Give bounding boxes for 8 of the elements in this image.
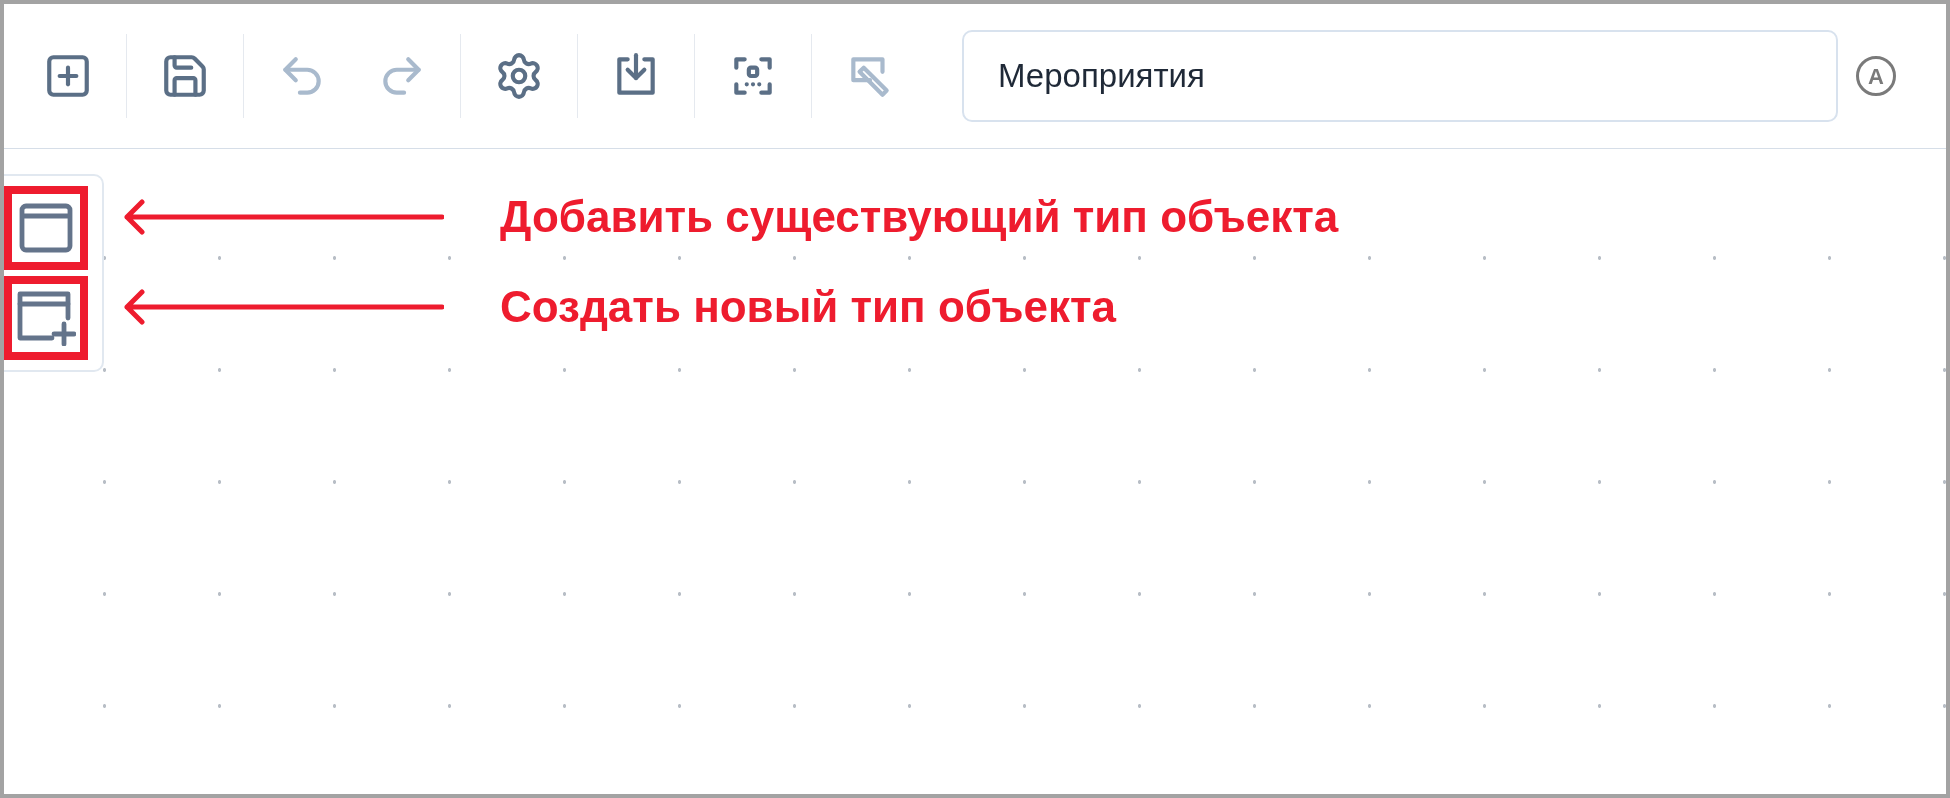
panel-button[interactable]	[4, 186, 88, 270]
annotation-label: Создать новый тип объекта	[500, 281, 1116, 333]
annotation-label: Добавить существующий тип объекта	[500, 191, 1339, 243]
name-field[interactable]: Мероприятия	[962, 30, 1838, 122]
window-icon	[18, 202, 74, 254]
panel-button[interactable]	[4, 276, 88, 360]
mode-badge: A	[1856, 56, 1896, 96]
window-plus-icon	[16, 290, 76, 346]
